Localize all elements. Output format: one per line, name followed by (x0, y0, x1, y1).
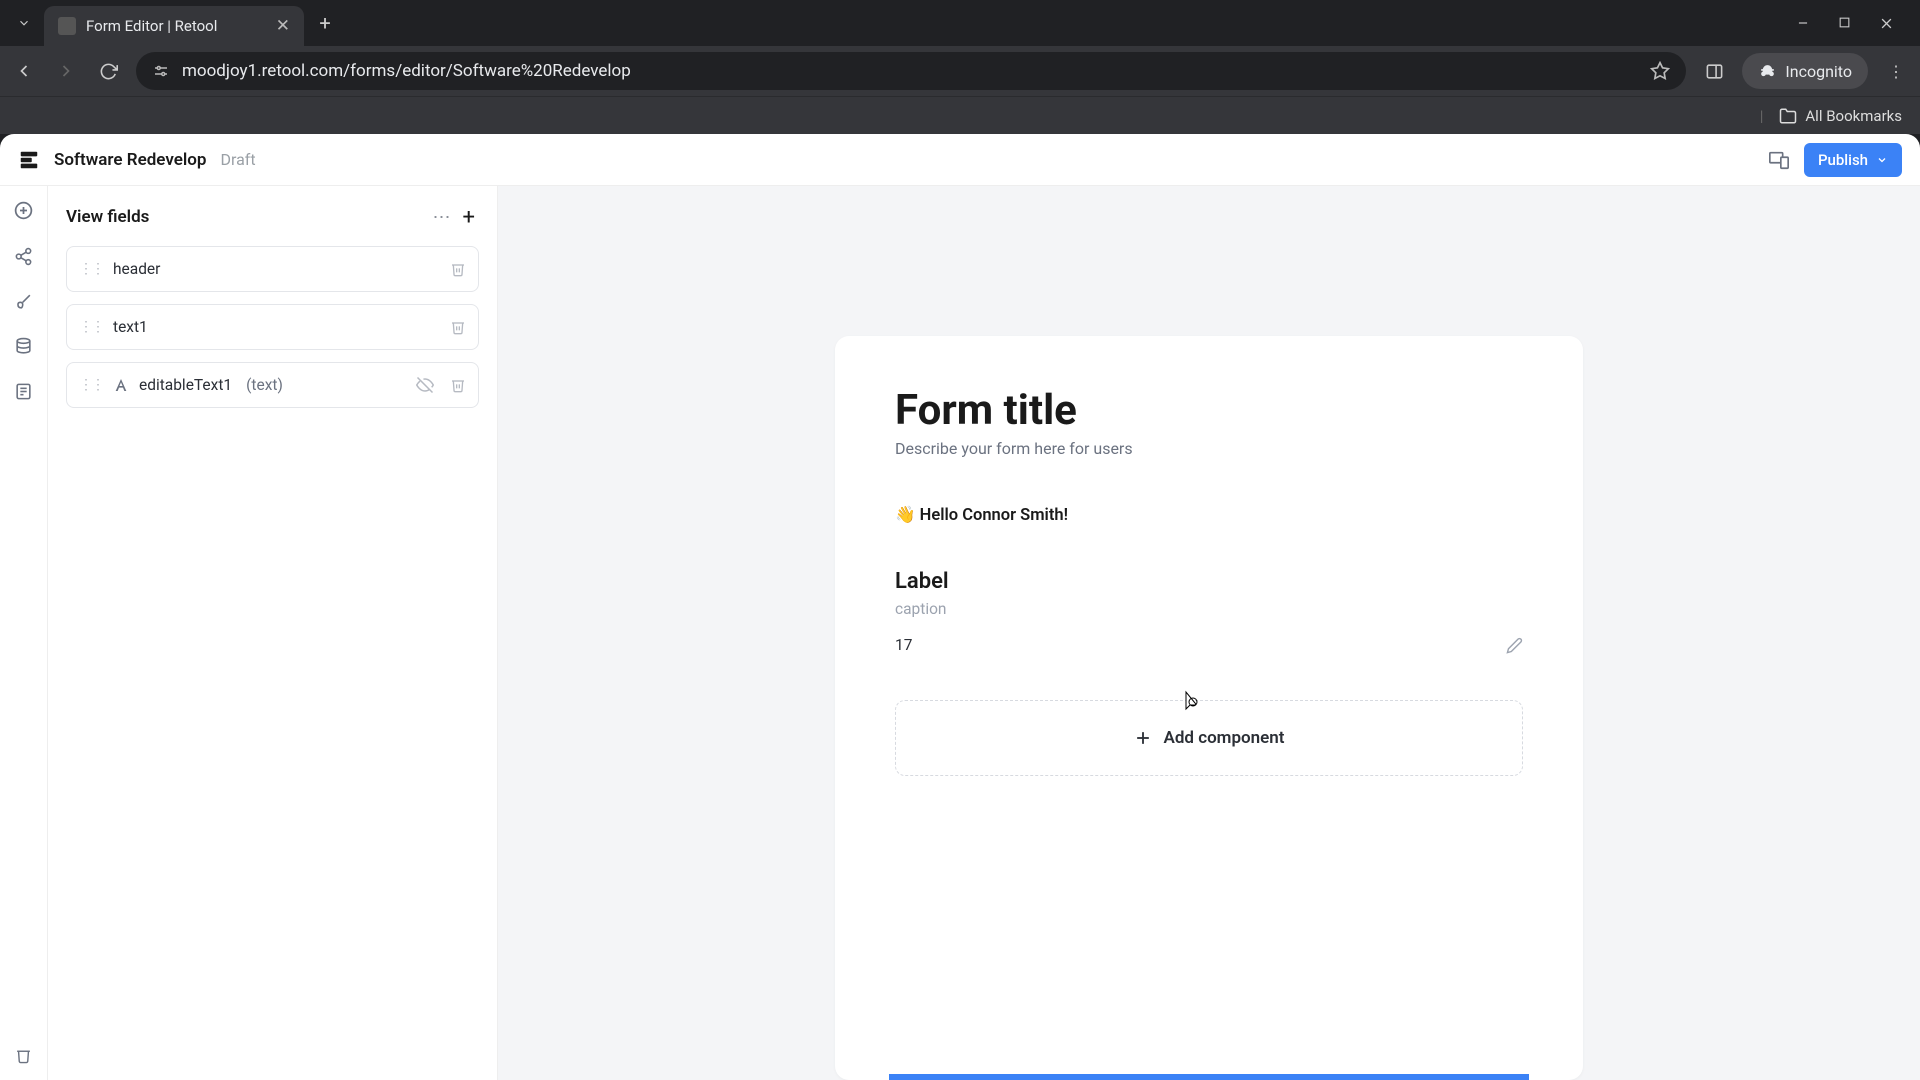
notes-icon[interactable] (14, 382, 33, 401)
divider: | (1760, 107, 1764, 125)
bookmark-star-icon[interactable] (1650, 61, 1670, 81)
forward-button (52, 57, 80, 85)
new-tab-button[interactable]: + (310, 8, 340, 38)
close-window-icon[interactable] (1879, 16, 1894, 31)
add-component-button[interactable]: Add component (895, 700, 1523, 776)
trash-icon[interactable] (450, 377, 466, 393)
folder-icon (1779, 107, 1797, 125)
maximize-icon[interactable] (1838, 16, 1851, 31)
incognito-badge[interactable]: Incognito (1742, 53, 1868, 89)
field-row-text1[interactable]: ⋮⋮ text1 (66, 304, 479, 350)
close-tab-icon[interactable]: ✕ (276, 16, 290, 36)
add-field-button[interactable]: + (459, 205, 479, 230)
site-settings-icon[interactable] (152, 62, 170, 80)
trash-rail-icon[interactable] (15, 1047, 32, 1064)
field-type: (text) (246, 376, 406, 394)
back-button[interactable] (10, 57, 38, 85)
browser-menu-icon[interactable]: ⋮ (1882, 57, 1910, 85)
form-title[interactable]: Form title (895, 386, 1523, 435)
brush-icon[interactable] (14, 292, 33, 311)
all-bookmarks-link[interactable]: All Bookmarks (1805, 107, 1902, 125)
add-tool-icon[interactable] (13, 200, 34, 221)
drag-handle-icon[interactable]: ⋮⋮ (79, 319, 103, 335)
add-component-label: Add component (1163, 728, 1284, 748)
favicon-icon (58, 17, 76, 35)
panel-menu-icon[interactable]: ⋯ (425, 207, 459, 228)
field-name: header (113, 260, 434, 278)
trash-icon[interactable] (450, 319, 466, 335)
drag-handle-icon[interactable]: ⋮⋮ (79, 377, 103, 393)
sidepanel-icon[interactable] (1700, 57, 1728, 85)
reload-button[interactable] (94, 57, 122, 85)
minimize-icon[interactable] (1796, 16, 1810, 31)
visibility-off-icon[interactable] (416, 376, 434, 394)
greeting-text[interactable]: 👋 Hello Connor Smith! (895, 506, 1523, 525)
field-row-header[interactable]: ⋮⋮ header (66, 246, 479, 292)
field-label[interactable]: Label (895, 569, 1523, 594)
app-title: Software Redevelop (54, 150, 206, 170)
form-description[interactable]: Describe your form here for users (895, 439, 1523, 458)
address-bar[interactable]: moodjoy1.retool.com/forms/editor/Softwar… (136, 52, 1686, 90)
chevron-down-icon (1876, 154, 1888, 166)
app-header: Software Redevelop Draft Publish (0, 134, 1920, 186)
field-row-editabletext1[interactable]: ⋮⋮ editableText1 (text) (66, 362, 479, 408)
tab-search-icon[interactable] (10, 9, 38, 37)
database-icon[interactable] (14, 337, 33, 356)
edit-icon[interactable] (1506, 637, 1523, 654)
publish-label: Publish (1818, 151, 1868, 169)
status-badge: Draft (220, 150, 255, 169)
form-card: Form title Describe your form here for u… (835, 336, 1583, 1080)
fields-panel: View fields ⋯ + ⋮⋮ header ⋮⋮ text1 ⋮⋮ ed… (48, 186, 498, 1080)
tool-rail (0, 186, 48, 1080)
panel-title: View fields (66, 207, 425, 227)
field-value[interactable]: 17 (895, 636, 1506, 654)
field-name: text1 (113, 318, 434, 336)
field-caption: caption (895, 600, 1523, 618)
form-canvas: Form title Describe your form here for u… (498, 186, 1920, 1080)
browser-tab[interactable]: Form Editor | Retool ✕ (44, 6, 304, 46)
publish-button[interactable]: Publish (1804, 143, 1902, 177)
drag-handle-icon[interactable]: ⋮⋮ (79, 261, 103, 277)
url-text: moodjoy1.retool.com/forms/editor/Softwar… (182, 61, 1638, 81)
responsive-icon[interactable] (1768, 149, 1790, 171)
tab-title: Form Editor | Retool (86, 17, 266, 35)
incognito-label: Incognito (1785, 62, 1852, 81)
text-type-icon (113, 377, 129, 393)
trash-icon[interactable] (450, 261, 466, 277)
selection-indicator (889, 1074, 1529, 1080)
share-icon[interactable] (14, 247, 33, 266)
plus-icon (1133, 728, 1153, 748)
retool-logo-icon[interactable] (18, 149, 40, 171)
field-name: editableText1 (139, 376, 232, 394)
